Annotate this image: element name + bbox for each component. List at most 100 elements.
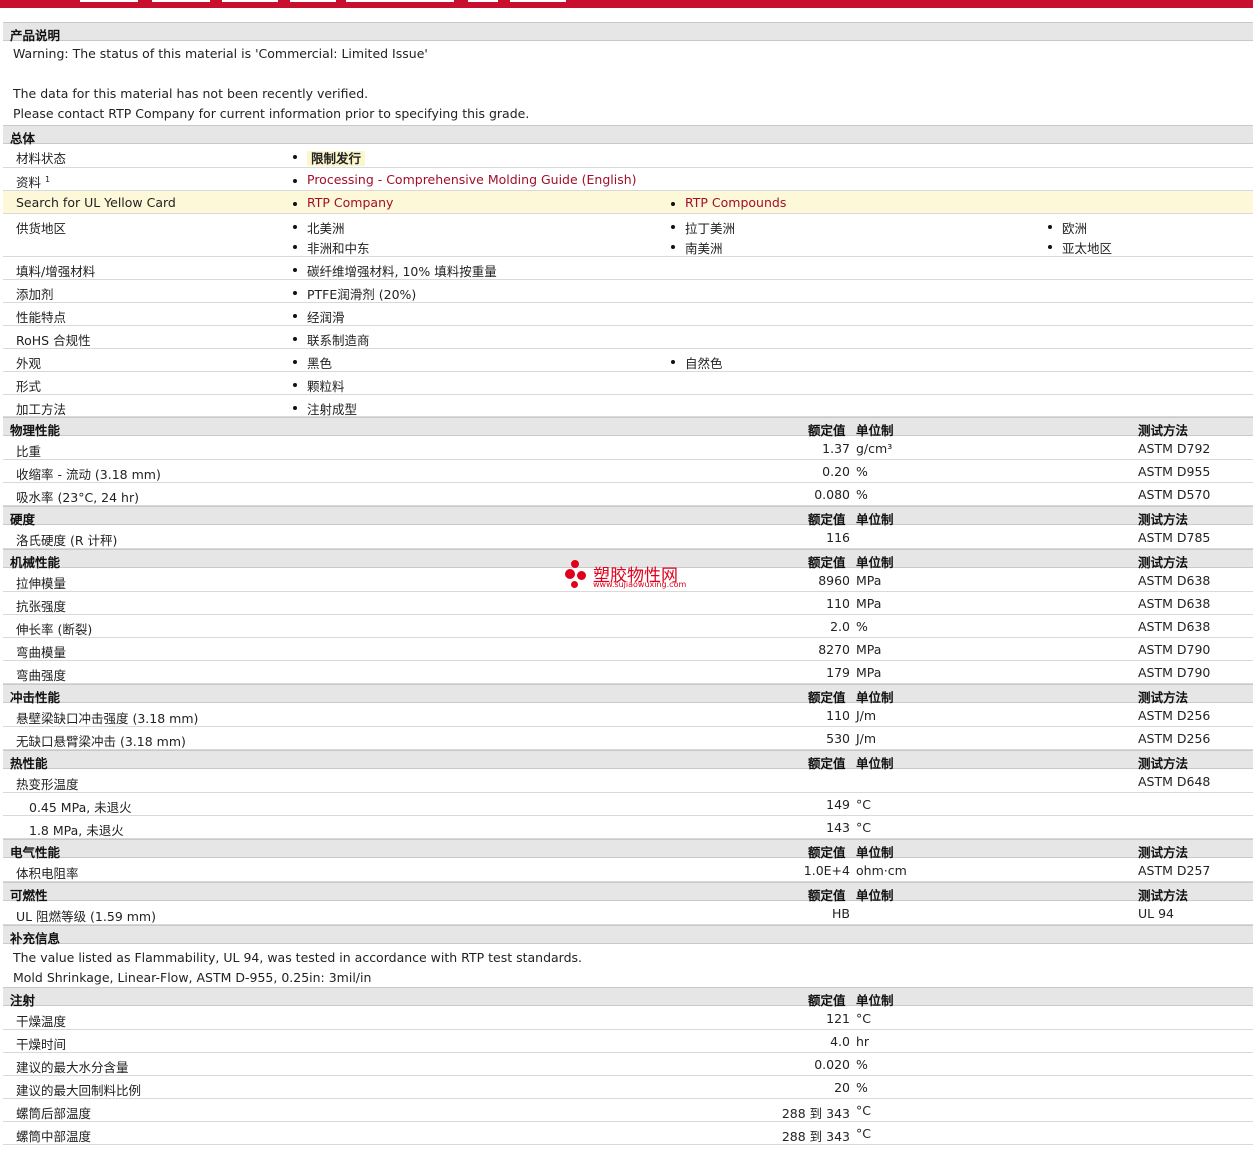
property-row: 收缩率 - 流动 (3.18 mm) 0.20% ASTM D955 bbox=[3, 460, 1253, 483]
row-label: 填料/增强材料 bbox=[16, 264, 96, 279]
row-status: 材料状态 限制发行 bbox=[3, 144, 1253, 168]
row-value: 自然色 bbox=[671, 353, 723, 372]
row-filler: 填料/增强材料 碳纤维增强材料, 10% 填料按重量 bbox=[3, 257, 1253, 280]
row-ul-card: Search for UL Yellow Card RTP Company RT… bbox=[3, 191, 1253, 214]
property-row: 伸长率 (断裂) 2.0% ASTM D638 bbox=[3, 615, 1253, 638]
property-name: 干燥时间 bbox=[16, 1037, 67, 1052]
unit-value: MPa bbox=[856, 642, 882, 657]
rtp-compounds-link[interactable]: RTP Compounds bbox=[670, 195, 786, 210]
section-physical: 物理性能 额定值 单位制 测试方法 bbox=[3, 417, 1253, 438]
row-documents: 资料 1 Processing - Comprehensive Molding … bbox=[3, 168, 1253, 191]
row-value: 注射成型 bbox=[292, 399, 357, 418]
region-item: 亚太地区 bbox=[1047, 238, 1112, 257]
test-method: ASTM D955 bbox=[1138, 464, 1211, 479]
property-name: 悬壁梁缺口冲击强度 (3.18 mm) bbox=[16, 711, 199, 726]
unit-value: J/m bbox=[856, 731, 877, 746]
property-name: 伸长率 (断裂) bbox=[16, 622, 93, 637]
test-method: ASTM D792 bbox=[1138, 441, 1211, 456]
watermark-url: www.sujiaowuxing.com bbox=[593, 580, 687, 589]
unit-value: % bbox=[856, 487, 868, 502]
row-regions: 供货地区 北美洲 拉丁美洲 欧洲 非洲和中东 南美洲 亚太地区 bbox=[3, 214, 1253, 257]
row-appearance: 外观 黑色 自然色 bbox=[3, 349, 1253, 372]
row-processing: 加工方法 注射成型 bbox=[3, 395, 1253, 417]
test-method: ASTM D256 bbox=[1138, 708, 1211, 723]
property-row: 洛氏硬度 (R 计秤) 116 ASTM D785 bbox=[3, 526, 1253, 549]
nav-tab[interactable] bbox=[80, 0, 138, 2]
row-label: 添加剂 bbox=[16, 287, 54, 302]
nav-tab[interactable] bbox=[290, 0, 336, 2]
test-method: ASTM D790 bbox=[1138, 642, 1211, 657]
nav-tab[interactable] bbox=[510, 0, 566, 2]
unit-value: MPa bbox=[856, 665, 882, 680]
rtp-company-link[interactable]: RTP Company bbox=[292, 195, 393, 210]
nominal-value: 0.080 bbox=[814, 487, 850, 502]
property-name: UL 阻燃等级 (1.59 mm) bbox=[16, 909, 156, 924]
row-label: RoHS 合规性 bbox=[16, 333, 91, 348]
row-rohs: RoHS 合规性 联系制造商 bbox=[3, 326, 1253, 349]
property-name: 体积电阻率 bbox=[16, 866, 79, 881]
test-method: UL 94 bbox=[1138, 906, 1174, 921]
supplement-line: The value listed as Flammability, UL 94,… bbox=[13, 950, 583, 965]
property-row: 弯曲模量 8270 MPa ASTM D790 bbox=[3, 638, 1253, 661]
unit-value: °C bbox=[856, 820, 871, 835]
nominal-value: 1.0E+4 bbox=[803, 863, 850, 878]
property-name: 热变形温度 bbox=[16, 777, 79, 792]
property-name: 螺筒后部温度 bbox=[16, 1106, 92, 1121]
test-method: ASTM D648 bbox=[1138, 774, 1211, 789]
status-value: 限制发行 bbox=[292, 148, 366, 167]
property-name: 弯曲强度 bbox=[16, 668, 67, 683]
unit-value: % bbox=[856, 464, 868, 479]
row-label: 性能特点 bbox=[16, 310, 67, 325]
nominal-value: HB bbox=[832, 906, 850, 921]
property-row: 抗张强度 110 MPa ASTM D638 bbox=[3, 592, 1253, 615]
description-line: The data for this material has not been … bbox=[13, 86, 369, 101]
property-row: 螺筒后部温度 288 到 343 °C bbox=[3, 1099, 1253, 1122]
property-name: 洛氏硬度 (R 计秤) bbox=[16, 533, 118, 548]
unit-value: % bbox=[856, 619, 868, 634]
top-nav-bar bbox=[0, 0, 1253, 8]
test-method: ASTM D790 bbox=[1138, 665, 1211, 680]
nav-tab[interactable] bbox=[222, 0, 278, 2]
nominal-value: 20 bbox=[834, 1080, 850, 1095]
logo-dot-icon bbox=[571, 560, 579, 568]
region-item: 拉丁美洲 bbox=[670, 218, 735, 237]
test-method: ASTM D638 bbox=[1138, 596, 1211, 611]
unit-value: °C bbox=[856, 1126, 871, 1141]
section-impact: 冲击性能 额定值 单位制 测试方法 bbox=[3, 684, 1253, 705]
property-name: 建议的最大回制料比例 bbox=[16, 1083, 142, 1098]
row-label: 供货地区 bbox=[16, 221, 67, 236]
test-method: ASTM D570 bbox=[1138, 487, 1211, 502]
unit-value: MPa bbox=[856, 596, 882, 611]
molding-guide-link[interactable]: Processing - Comprehensive Molding Guide… bbox=[293, 172, 637, 187]
nominal-value: 4.0 bbox=[830, 1034, 850, 1049]
region-item: 欧洲 bbox=[1047, 218, 1087, 237]
section-flammability: 可燃性 额定值 单位制 测试方法 bbox=[3, 882, 1253, 903]
row-label: 形式 bbox=[16, 379, 42, 394]
nominal-value: 0.020 bbox=[814, 1057, 850, 1072]
property-row: 螺筒中部温度 288 到 343 °C bbox=[3, 1122, 1253, 1145]
nominal-value: 149 bbox=[826, 797, 850, 812]
nav-tab[interactable] bbox=[346, 0, 454, 2]
row-label: 外观 bbox=[16, 356, 42, 371]
row-additive: 添加剂 PTFE润滑剂 (20%) bbox=[3, 280, 1253, 303]
test-method: ASTM D256 bbox=[1138, 731, 1211, 746]
property-name: 0.45 MPa, 未退火 bbox=[29, 800, 132, 815]
nominal-value: 143 bbox=[826, 820, 850, 835]
section-supplement: 补充信息 bbox=[3, 925, 1253, 946]
unit-value: g/cm³ bbox=[856, 441, 893, 456]
property-row: 热变形温度 ASTM D648 bbox=[3, 770, 1253, 793]
section-general: 总体 bbox=[3, 125, 1253, 146]
nav-tab[interactable] bbox=[152, 0, 210, 2]
test-method: ASTM D638 bbox=[1138, 619, 1211, 634]
description-line: Please contact RTP Company for current i… bbox=[13, 106, 530, 121]
row-value: 经润滑 bbox=[293, 307, 345, 326]
row-features: 性能特点 经润滑 bbox=[3, 303, 1253, 326]
unit-value: MPa bbox=[856, 573, 882, 588]
property-row: 吸水率 (23°C, 24 hr) 0.080% ASTM D570 bbox=[3, 483, 1253, 506]
row-value: 黑色 bbox=[292, 353, 332, 372]
section-hardness: 硬度 额定值 单位制 测试方法 bbox=[3, 506, 1253, 527]
property-name: 干燥温度 bbox=[16, 1014, 67, 1029]
nav-tab[interactable] bbox=[468, 0, 498, 2]
supplement-line: Mold Shrinkage, Linear-Flow, ASTM D-955,… bbox=[13, 970, 372, 985]
nominal-value: 110 bbox=[826, 596, 850, 611]
